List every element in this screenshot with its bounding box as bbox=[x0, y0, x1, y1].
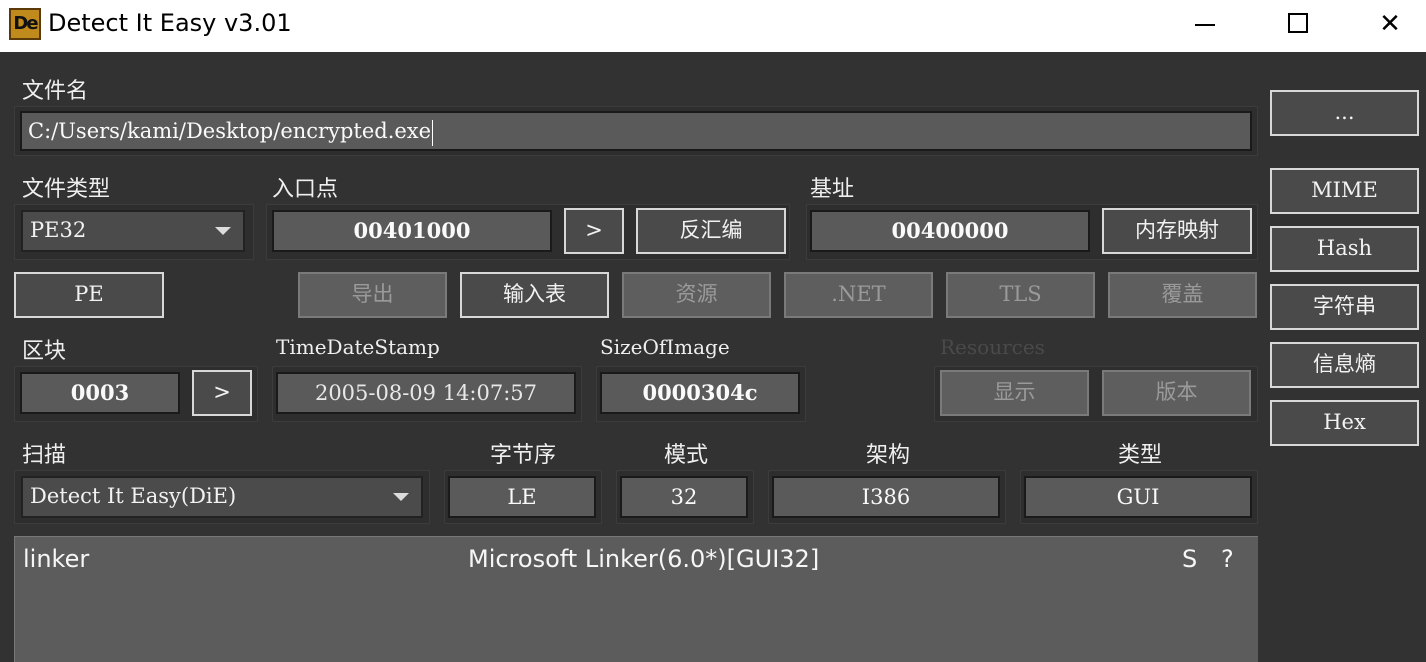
resources-version-button[interactable]: 版本 bbox=[1102, 370, 1251, 416]
filetype-label: 文件类型 bbox=[22, 177, 111, 202]
filetype-select[interactable]: PE32 bbox=[21, 210, 245, 252]
maximize-button[interactable] bbox=[1252, 0, 1344, 50]
tls-button[interactable]: TLS bbox=[946, 272, 1095, 318]
import-table-button[interactable]: 输入表 bbox=[460, 272, 609, 318]
result-name: Microsoft Linker(6.0*)[GUI32] bbox=[468, 545, 820, 573]
entrypoint-label: 入口点 bbox=[272, 177, 339, 202]
disassemble-button[interactable]: 反汇编 bbox=[636, 208, 786, 254]
timestamp-value[interactable]: 2005-08-09 14:07:57 bbox=[276, 372, 576, 414]
window-title: Detect It Easy v3.01 bbox=[48, 9, 292, 37]
scan-label: 扫描 bbox=[22, 443, 67, 468]
title-bar: De Detect It Easy v3.01 ✕ bbox=[0, 0, 1426, 52]
scan-engine-select[interactable]: Detect It Easy(DiE) bbox=[21, 476, 423, 518]
sections-label: 区块 bbox=[22, 339, 67, 364]
sizeofimage-value[interactable]: 0000304c bbox=[600, 372, 800, 414]
memory-map-button[interactable]: 内存映射 bbox=[1102, 208, 1252, 254]
result-signature-button[interactable]: S bbox=[1182, 545, 1197, 573]
arch-label: 架构 bbox=[866, 443, 911, 468]
result-info-button[interactable]: ? bbox=[1221, 545, 1234, 573]
entrypoint-value[interactable]: 00401000 bbox=[272, 210, 552, 252]
base-address-label: 基址 bbox=[810, 177, 855, 202]
endian-label: 字节序 bbox=[490, 443, 557, 468]
scan-result-panel: linker Microsoft Linker(6.0*)[GUI32] S ? bbox=[14, 536, 1258, 662]
pe-button[interactable]: PE bbox=[14, 272, 164, 318]
mode-value[interactable]: 32 bbox=[620, 476, 748, 518]
sections-go-button[interactable]: > bbox=[192, 370, 252, 416]
chevron-down-icon bbox=[393, 493, 409, 501]
resources-label: Resources bbox=[940, 335, 1045, 359]
timestamp-label: TimeDateStamp bbox=[276, 335, 440, 359]
chevron-down-icon bbox=[215, 227, 231, 235]
strings-button[interactable]: 字符串 bbox=[1270, 284, 1419, 330]
resource-button[interactable]: 资源 bbox=[622, 272, 771, 318]
browse-button[interactable]: ... bbox=[1270, 90, 1419, 136]
dotnet-button[interactable]: .NET bbox=[784, 272, 933, 318]
minimize-button[interactable] bbox=[1160, 0, 1252, 50]
arch-value[interactable]: I386 bbox=[772, 476, 1000, 518]
overlay-button[interactable]: 覆盖 bbox=[1108, 272, 1257, 318]
base-address-value[interactable]: 00400000 bbox=[810, 210, 1090, 252]
filename-label: 文件名 bbox=[22, 79, 89, 104]
type-value[interactable]: GUI bbox=[1024, 476, 1252, 518]
minimize-icon bbox=[1195, 24, 1215, 26]
sections-count[interactable]: 0003 bbox=[20, 372, 180, 414]
hash-button[interactable]: Hash bbox=[1270, 226, 1419, 272]
close-button[interactable]: ✕ bbox=[1344, 0, 1426, 50]
maximize-icon bbox=[1288, 13, 1308, 33]
result-kind: linker bbox=[23, 545, 90, 573]
entrypoint-go-button[interactable]: > bbox=[564, 208, 624, 254]
resources-show-button[interactable]: 显示 bbox=[940, 370, 1089, 416]
export-button[interactable]: 导出 bbox=[298, 272, 447, 318]
filename-input[interactable]: C:/Users/kami/Desktop/encrypted.exe bbox=[20, 111, 1252, 151]
app-logo-icon: De bbox=[9, 8, 41, 40]
type-label: 类型 bbox=[1118, 443, 1163, 468]
endian-value[interactable]: LE bbox=[448, 476, 596, 518]
sizeofimage-label: SizeOfImage bbox=[600, 335, 730, 359]
mime-button[interactable]: MIME bbox=[1270, 168, 1419, 214]
entropy-button[interactable]: 信息熵 bbox=[1270, 342, 1419, 388]
mode-label: 模式 bbox=[664, 443, 709, 468]
hex-button[interactable]: Hex bbox=[1270, 400, 1419, 446]
